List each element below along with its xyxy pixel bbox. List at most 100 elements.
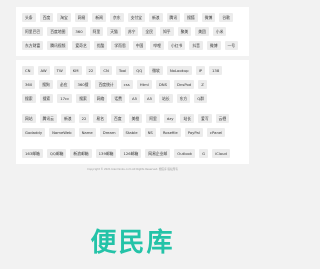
site-link[interactable]: 学而思: [111, 41, 129, 50]
link-row: 163邮箱 QQ邮箱 新浪邮箱 139邮箱 126邮箱 网易企业邮 Outlook GiClo…: [22, 149, 249, 158]
site-link[interactable]: IP: [195, 66, 205, 75]
site-link[interactable]: 新浪: [148, 13, 163, 22]
site-link[interactable]: AW: [37, 66, 50, 75]
site-link[interactable]: DNS: [155, 80, 171, 89]
site-link[interactable]: Z: [198, 80, 207, 89]
site-link[interactable]: 17cc: [57, 94, 73, 103]
site-link[interactable]: 东方财富: [22, 41, 44, 50]
site-link[interactable]: 360: [72, 27, 86, 36]
site-link[interactable]: 搜索: [76, 94, 90, 103]
site-link[interactable]: 易名: [93, 114, 108, 123]
site-link[interactable]: 云栖: [215, 114, 230, 123]
site-link[interactable]: 新闻: [92, 13, 106, 22]
site-link[interactable]: 爱写: [198, 114, 212, 123]
site-link[interactable]: 站长: [159, 94, 173, 103]
site-link[interactable]: CN: [100, 66, 112, 75]
site-link[interactable]: 优酷: [93, 41, 108, 50]
site-link[interactable]: 站长: [180, 114, 195, 123]
site-link[interactable]: Rosefile: [159, 128, 181, 137]
site-link[interactable]: 小米: [212, 27, 227, 36]
site-link[interactable]: NameWeb: [49, 128, 75, 137]
site-link[interactable]: 美团: [195, 27, 209, 36]
site-link[interactable]: iCloud: [212, 149, 230, 158]
site-link[interactable]: 搜索: [22, 94, 36, 103]
site-link[interactable]: 聚美: [177, 27, 192, 36]
site-link[interactable]: 新浪邮箱: [70, 149, 92, 158]
site-link[interactable]: dzy: [163, 114, 177, 123]
site-link[interactable]: 哔哩: [150, 41, 164, 50]
site-link[interactable]: KM: [69, 66, 82, 75]
site-link[interactable]: 百度: [111, 114, 125, 123]
site-link[interactable]: 头条: [22, 13, 36, 22]
site-link[interactable]: 百度地图: [47, 27, 69, 36]
site-link[interactable]: 一号: [224, 41, 239, 50]
site-link[interactable]: Tool: [115, 66, 130, 75]
site-link[interactable]: NS: [144, 128, 156, 137]
site-link[interactable]: 163邮箱: [22, 149, 43, 158]
site-link[interactable]: 苏宁: [124, 27, 139, 36]
site-link[interactable]: PayPal: [184, 128, 203, 137]
site-link[interactable]: 138: [209, 66, 223, 75]
site-link[interactable]: NoLookup: [166, 66, 192, 75]
site-link[interactable]: cPanel: [206, 128, 226, 137]
site-link[interactable]: 小红书: [167, 41, 186, 50]
site-link[interactable]: 美橙: [128, 114, 143, 123]
site-link[interactable]: 抖音: [189, 41, 203, 50]
site-link[interactable]: 360: [22, 80, 36, 89]
site-link[interactable]: 淘宝: [57, 13, 71, 22]
link-row: 网站 腾讯云 新浪 22 易名 百度 美橙 阿里 dzy 站长 爱写 云栖: [22, 114, 249, 123]
site-link[interactable]: A5: [144, 94, 156, 103]
site-link[interactable]: Stable: [122, 128, 141, 137]
site-link[interactable]: 东方: [176, 94, 191, 103]
site-link[interactable]: 百度统计: [95, 80, 117, 89]
site-link[interactable]: 爱奇艺: [72, 41, 90, 50]
site-link[interactable]: 必应: [56, 80, 71, 89]
site-link[interactable]: 新浪: [60, 114, 75, 123]
site-link[interactable]: CN: [22, 66, 34, 75]
site-link[interactable]: 中国: [132, 41, 147, 50]
site-link[interactable]: 知乎: [160, 27, 174, 36]
site-link[interactable]: DnsPod: [174, 80, 195, 89]
site-link[interactable]: 搜狐: [184, 13, 198, 22]
site-link[interactable]: 微软: [149, 66, 163, 75]
site-link[interactable]: 网站: [22, 114, 36, 123]
site-link[interactable]: Outlook: [174, 149, 196, 158]
site-link[interactable]: 京东: [109, 13, 124, 22]
site-link[interactable]: TW: [53, 66, 66, 75]
site-link[interactable]: 搜狗: [39, 80, 53, 89]
site-link[interactable]: 126邮箱: [120, 149, 142, 158]
site-link[interactable]: 360搜: [74, 80, 92, 89]
site-link[interactable]: 天猫: [107, 27, 121, 36]
site-link[interactable]: 腾讯视频: [47, 41, 69, 50]
site-link[interactable]: A5: [128, 94, 140, 103]
site-link[interactable]: QQ: [133, 66, 146, 75]
site-link[interactable]: Html: [136, 80, 152, 89]
site-link[interactable]: 谷歌: [219, 13, 233, 22]
site-link[interactable]: 网络: [93, 94, 108, 103]
site-link[interactable]: 腾讯: [166, 13, 181, 22]
site-link[interactable]: 支付宝: [127, 13, 145, 22]
site-link[interactable]: 腾讯云: [39, 114, 57, 123]
site-link[interactable]: 搜索: [39, 94, 54, 103]
site-link[interactable]: 阿里巴巴: [22, 27, 44, 36]
link-row: 头条 百度 淘宝 网易 新闻 京东 支付宝 新浪 腾讯 搜狐 微博 谷歌: [22, 13, 249, 22]
site-link[interactable]: 话费: [111, 94, 125, 103]
site-link[interactable]: Q群: [194, 94, 207, 103]
site-link[interactable]: 22: [78, 114, 90, 123]
site-link[interactable]: 22: [85, 66, 97, 75]
site-link[interactable]: 阿里: [146, 114, 160, 123]
site-link[interactable]: 微博: [206, 41, 221, 50]
site-link[interactable]: Godaddy: [22, 128, 46, 137]
site-link[interactable]: 百度: [39, 13, 54, 22]
site-link[interactable]: Dream: [99, 128, 119, 137]
site-link[interactable]: 139邮箱: [95, 149, 117, 158]
site-link[interactable]: 阿里: [89, 27, 104, 36]
site-link[interactable]: 微博: [201, 13, 216, 22]
site-link[interactable]: G: [199, 149, 209, 158]
site-link[interactable]: QQ邮箱: [46, 149, 67, 158]
site-link[interactable]: 全民: [142, 27, 156, 36]
site-link[interactable]: css: [120, 80, 133, 89]
site-link[interactable]: 网易企业邮: [145, 149, 171, 158]
site-link[interactable]: Name: [78, 128, 96, 137]
site-link[interactable]: 网易: [74, 13, 89, 22]
